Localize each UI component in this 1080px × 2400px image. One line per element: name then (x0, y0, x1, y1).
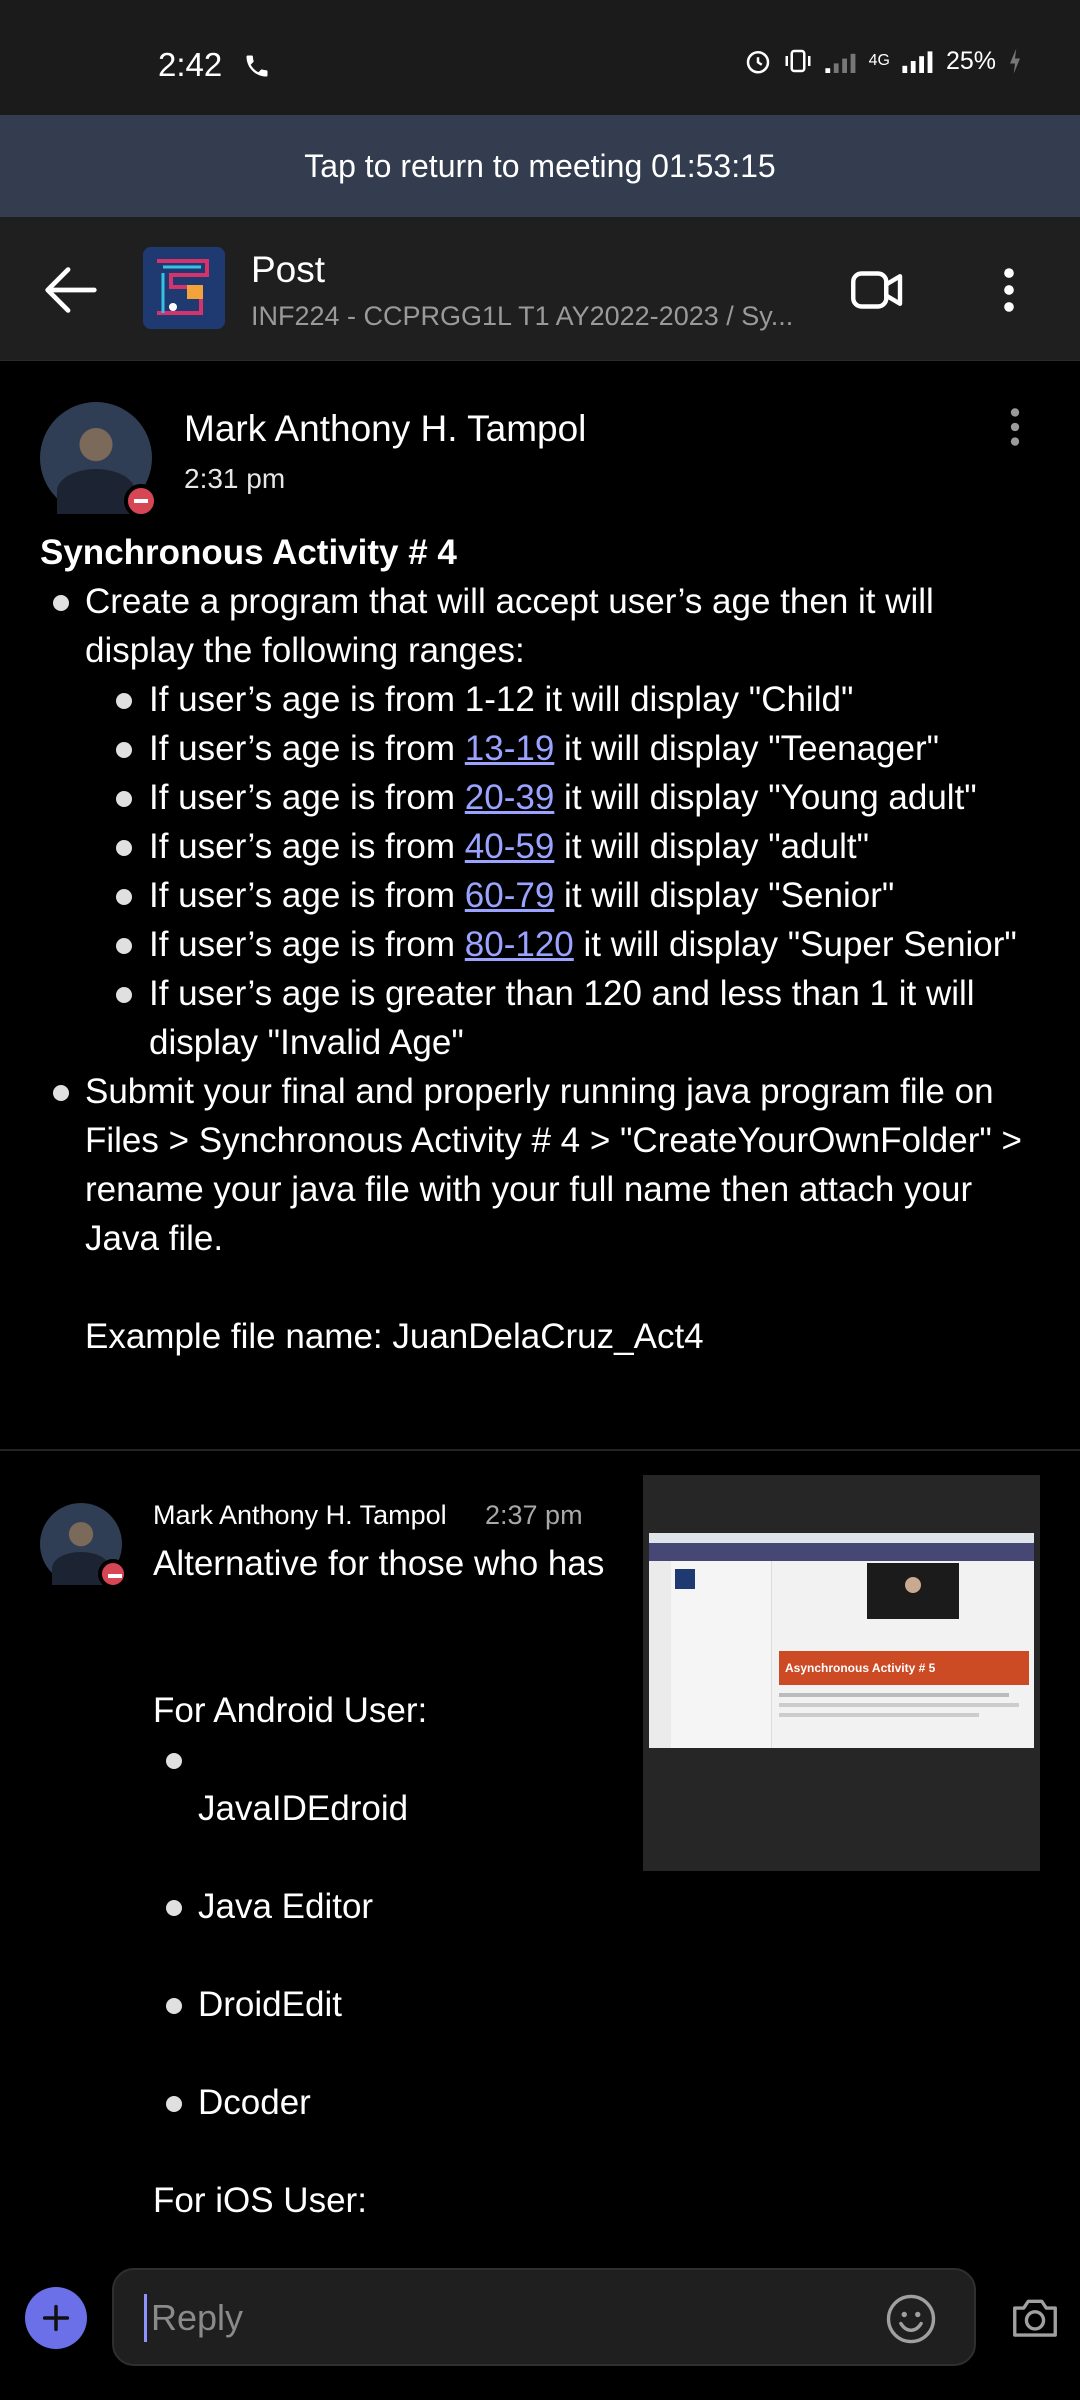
post-timestamp: 2:31 pm (184, 463, 286, 494)
battery-percent: 25% (945, 46, 996, 75)
post-body: Synchronous Activity # 4 Create a progra… (40, 528, 1050, 1361)
ios-heading: For iOS User: (153, 2181, 367, 2220)
sub-list-item: If user’s age is from 40-59 it will disp… (116, 822, 1050, 871)
reply-input[interactable] (144, 2294, 853, 2342)
network-type: 4G (868, 52, 890, 69)
vibrate-icon (785, 49, 811, 73)
post-header: Post INF224 - CCPRGG1L T1 AY2022-2023 / … (0, 217, 1080, 361)
range-link[interactable]: 40-59 (465, 827, 555, 866)
team-logo (143, 247, 225, 329)
return-to-meeting-banner[interactable]: Tap to return to meeting 01:53:15 (0, 115, 1080, 217)
signal-icon-1 (825, 53, 856, 73)
reply-timestamp: 2:37 pm (485, 1500, 583, 1530)
post-heading: Synchronous Activity # 4 (40, 533, 457, 572)
list-item: Dcoder (166, 2078, 643, 2127)
busy-presence-icon (98, 1559, 128, 1589)
signal-icon-2 (902, 51, 933, 73)
list-item: Java Editor (166, 1882, 643, 1931)
emoji-icon[interactable] (884, 2292, 938, 2346)
status-icons: 4G 25% (743, 46, 1024, 76)
busy-presence-icon (124, 484, 158, 518)
sub-list-item: If user’s age is from 13-19 it will disp… (116, 724, 1050, 773)
list-item: Submit your final and properly running j… (53, 1067, 1050, 1361)
header-title: Post (251, 249, 326, 290)
attachment-title: Asynchronous Activity # 5 (779, 1651, 1029, 1685)
charging-icon (1010, 48, 1020, 74)
screenshot-attachment[interactable]: Asynchronous Activity # 5 (643, 1475, 1040, 1871)
post-more-icon[interactable] (1000, 402, 1030, 452)
reply-text: Alternative for those who has (153, 1544, 605, 1583)
sub-list-item: If user’s age is from 1-12 it will displ… (116, 675, 1050, 724)
reply-box (112, 2268, 976, 2366)
list-item: DroidEdit (166, 1980, 643, 2029)
header-subtitle: INF224 - CCPRGG1L T1 AY2022-2023 / Sy... (251, 301, 794, 331)
reply-body: Alternative for those who has For Androi… (153, 1539, 643, 2225)
back-arrow-icon[interactable] (36, 255, 106, 325)
range-link[interactable]: 13-19 (465, 729, 555, 768)
sub-list-item: If user’s age is from 20-39 it will disp… (116, 773, 1050, 822)
divider (0, 1449, 1080, 1451)
post-author-avatar[interactable] (40, 402, 158, 518)
range-link[interactable]: 80-120 (465, 925, 574, 964)
example-filename: Example file name: JuanDelaCruz_Act4 (85, 1317, 704, 1356)
video-call-icon[interactable] (845, 257, 911, 323)
phone-call-icon (246, 55, 268, 77)
android-heading: For Android User: (153, 1691, 428, 1730)
reply-author-avatar[interactable] (40, 1503, 128, 1589)
range-link[interactable]: 60-79 (465, 876, 555, 915)
list-item: JavaIDEdroid (166, 1735, 643, 1833)
range-link[interactable]: 20-39 (465, 778, 555, 817)
banner-text: Tap to return to meeting 01:53:15 (304, 147, 776, 184)
list-item: Create a program that will accept user’s… (53, 577, 1050, 1067)
more-options-icon[interactable] (980, 257, 1038, 323)
sub-list-item: If user’s age is from 60-79 it will disp… (116, 871, 1050, 920)
sub-list-item: If user’s age is from 80-120 it will dis… (116, 920, 1050, 969)
status-bar: 2:42 4G 25% (0, 0, 1080, 115)
post-author-name[interactable]: Mark Anthony H. Tampol (184, 408, 586, 450)
attachment-preview: Asynchronous Activity # 5 (649, 1533, 1034, 1748)
camera-icon[interactable] (1008, 2290, 1062, 2344)
reply-author-name[interactable]: Mark Anthony H. Tampol (153, 1500, 447, 1531)
alarm-icon (746, 51, 769, 74)
plus-icon (42, 2304, 70, 2332)
status-time: 2:42 (158, 46, 223, 83)
sub-list-item: If user’s age is greater than 120 and le… (116, 969, 1050, 1067)
add-attachment-button[interactable] (25, 2287, 87, 2349)
